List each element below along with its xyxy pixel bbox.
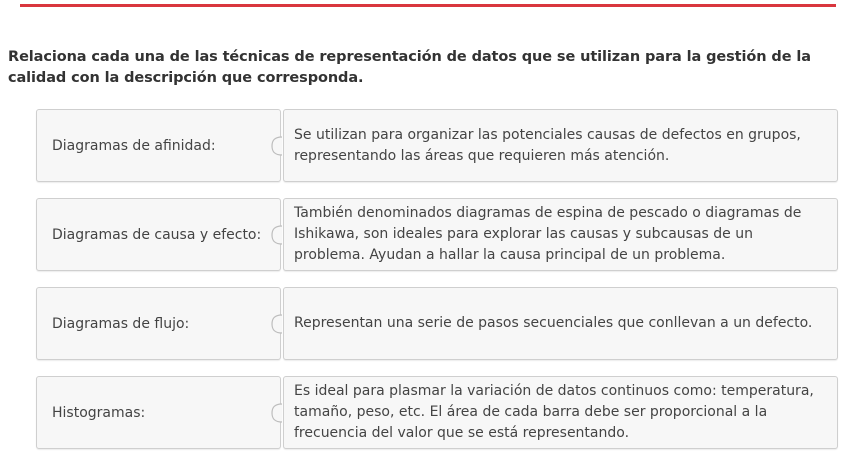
description-tile[interactable]: También denominados diagramas de espina … xyxy=(283,198,838,271)
term-label: Diagramas de flujo: xyxy=(52,315,190,332)
term-tile[interactable]: Diagramas de afinidad: xyxy=(36,109,281,182)
description-text: También denominados diagramas de espina … xyxy=(294,205,802,263)
term-label: Histogramas: xyxy=(52,404,146,421)
puzzle-connector-icon xyxy=(271,313,283,334)
puzzle-connector-icon xyxy=(271,224,283,245)
term-label: Diagramas de afinidad: xyxy=(52,137,216,154)
description-tile[interactable]: Representan una serie de pasos secuencia… xyxy=(283,287,838,360)
match-pair: Diagramas de causa y efecto: También den… xyxy=(36,198,838,271)
puzzle-connector-icon xyxy=(271,135,283,156)
term-tile[interactable]: Diagramas de flujo: xyxy=(36,287,281,360)
description-text: Se utilizan para organizar las potencial… xyxy=(294,126,801,164)
description-tile[interactable]: Se utilizan para organizar las potencial… xyxy=(283,109,838,182)
term-tile[interactable]: Diagramas de causa y efecto: xyxy=(36,198,281,271)
question-prompt: Relaciona cada una de las técnicas de re… xyxy=(8,49,811,86)
description-text: Representan una serie de pasos secuencia… xyxy=(294,315,813,331)
match-pair: Diagramas de afinidad: Se utilizan para … xyxy=(36,109,838,182)
match-pair: Diagramas de flujo: Representan una seri… xyxy=(36,287,838,360)
puzzle-connector-icon xyxy=(271,402,283,423)
top-accent-bar xyxy=(20,4,836,7)
description-text: Es ideal para plasmar la variación de da… xyxy=(294,383,814,441)
term-tile[interactable]: Histogramas: xyxy=(36,376,281,449)
term-label: Diagramas de causa y efecto: xyxy=(52,226,262,243)
match-pair: Histogramas: Es ideal para plasmar la va… xyxy=(36,376,838,449)
description-tile[interactable]: Es ideal para plasmar la variación de da… xyxy=(283,376,838,449)
